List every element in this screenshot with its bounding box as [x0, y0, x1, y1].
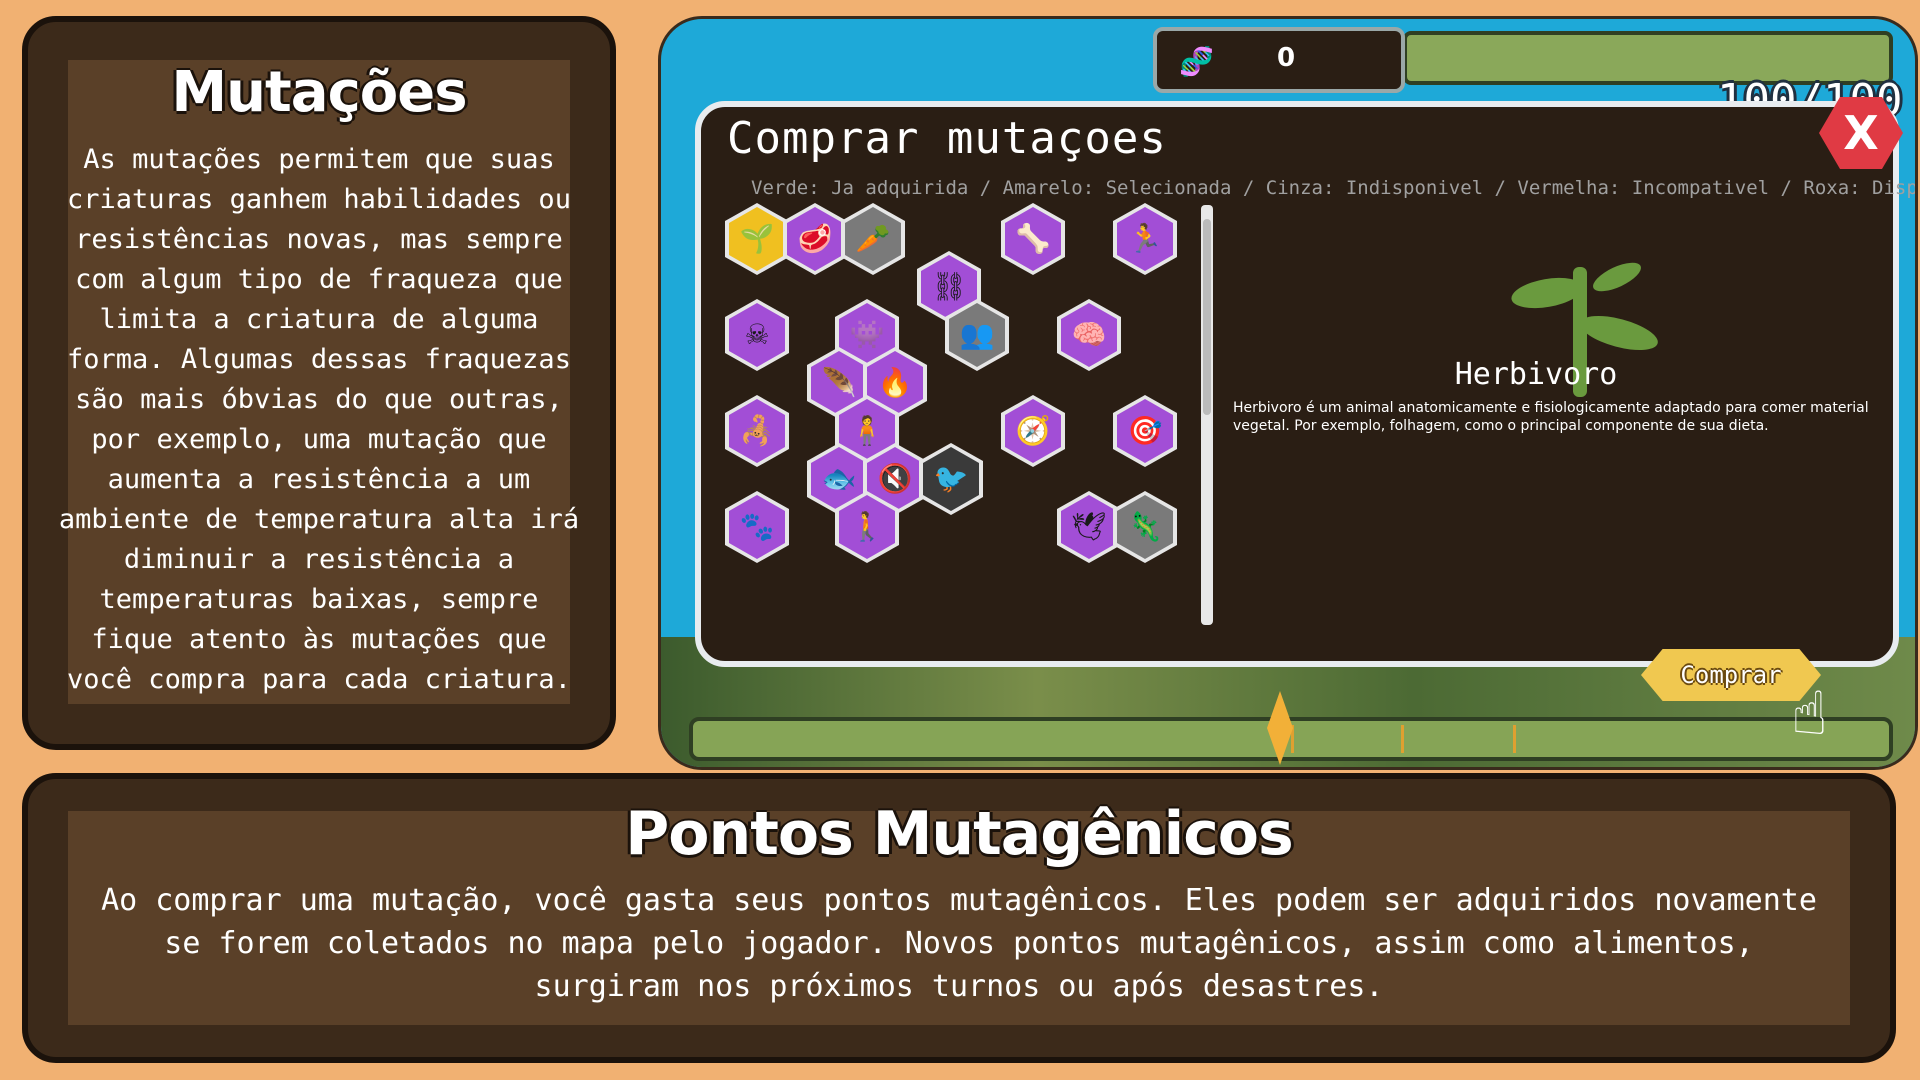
mutation-brain-hex[interactable]: 🧠	[1057, 299, 1121, 371]
mutagenic-points-info-panel: Pontos Mutagênicos Ao comprar uma mutaçã…	[22, 773, 1896, 1063]
mutagenic-points-title: Pontos Mutagênicos	[625, 799, 1293, 869]
meat-icon: 🥩	[787, 207, 843, 271]
target-icon: 🎯	[1117, 399, 1173, 463]
mutation-flight-hex[interactable]: 🕊	[1057, 491, 1121, 563]
mutations-info-panel: Mutações As mutações permitem que suas c…	[22, 16, 616, 750]
bird-icon: 🕊	[1061, 495, 1117, 559]
timeline-tick	[1401, 725, 1404, 753]
mutation-poison-hex[interactable]: ☠	[725, 299, 789, 371]
mutations-description: As mutações permitem que suas criaturas …	[58, 144, 580, 695]
meat-and-plant-icon: 🥕	[845, 207, 901, 271]
mutation-herbivore-hex[interactable]: 🌱	[725, 203, 789, 275]
head-brain-icon: 🧠	[1061, 303, 1117, 367]
mutation-compass-hex[interactable]: 🧭	[1001, 395, 1065, 467]
mutation-omnivore-hex[interactable]: 🥕	[841, 203, 905, 275]
scrollbar-thumb[interactable]	[1203, 219, 1211, 415]
mutations-title: Mutações	[171, 60, 467, 125]
sprout-icon: 🌱	[729, 207, 785, 271]
compass-icon: 🧭	[1005, 399, 1061, 463]
lizard-icon: 🦎	[1117, 495, 1173, 559]
mutation-reptile-hex[interactable]: 🦎	[1113, 491, 1177, 563]
running-exit-icon: 🏃	[1117, 207, 1173, 271]
mutagenic-points-value: 0	[1277, 43, 1296, 73]
timeline-tick	[1513, 725, 1516, 753]
group-icon: 👥	[949, 303, 1005, 367]
selected-mutation-description: Herbivoro é um animal anatomicamente e f…	[1233, 400, 1869, 434]
bones-icon: 🦴	[1005, 207, 1061, 271]
hand-pointer-icon: ☝	[1791, 679, 1828, 749]
mutagenic-points-counter: 🧬 0	[1153, 27, 1405, 93]
standing-icon: 🚶	[839, 495, 895, 559]
bird-head-icon: 🐦	[923, 447, 979, 511]
skull-icon: ☠	[729, 303, 785, 367]
mutation-claw-hex[interactable]: 🐾	[725, 491, 789, 563]
selected-mutation-name: Herbivoro	[1454, 357, 1618, 392]
mutation-shop-dialog: Comprar mutaçoes Verde: Ja adquirida / A…	[695, 101, 1915, 667]
shop-title: Comprar mutaçoes	[727, 113, 1167, 164]
scorpion-icon: 🦂	[729, 399, 785, 463]
game-screenshot: 🧬 0 100/100 Comprar mutaçoes Verde: Ja a…	[658, 16, 1918, 770]
mutation-target-hex[interactable]: 🎯	[1113, 395, 1177, 467]
dna-icon: 🧬	[1179, 45, 1214, 78]
shop-color-legend: Verde: Ja adquirida / Amarelo: Seleciona…	[751, 177, 1918, 199]
mutation-carnivore-hex[interactable]: 🥩	[783, 203, 847, 275]
paw-icon: 🐾	[729, 495, 785, 559]
mutation-scorpion-hex[interactable]: 🦂	[725, 395, 789, 467]
shop-scrollbar[interactable]	[1201, 205, 1213, 625]
mutation-skeleton-hex[interactable]: 🦴	[1001, 203, 1065, 275]
mutagenic-points-description: Ao comprar uma mutação, você gasta seus …	[101, 883, 1817, 1004]
mutation-escape-hex[interactable]: 🏃	[1113, 203, 1177, 275]
mutation-bird-hex[interactable]: 🐦	[919, 443, 983, 515]
